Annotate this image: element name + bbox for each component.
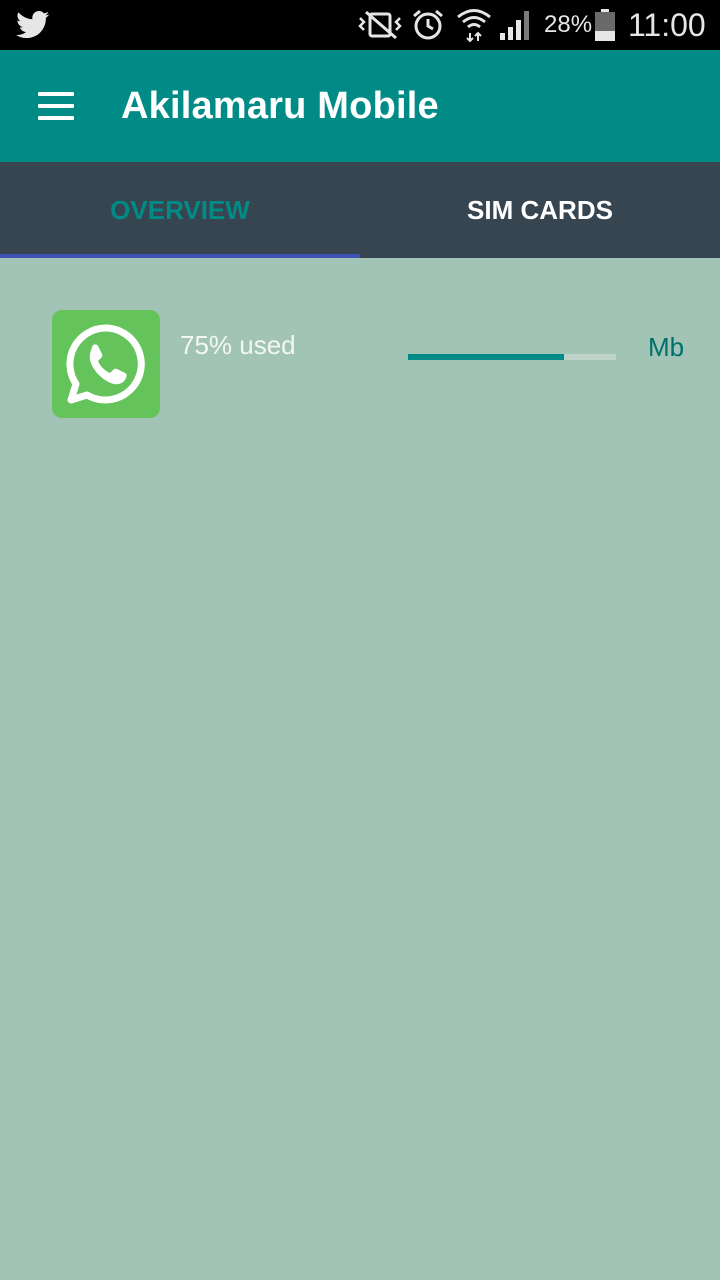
usage-progress-bar bbox=[408, 354, 616, 360]
app-title: Akilamaru Mobile bbox=[121, 85, 439, 127]
list-item[interactable]: 75% used Mb bbox=[0, 310, 720, 420]
whatsapp-icon bbox=[52, 310, 160, 418]
battery-percentage: 28% bbox=[544, 11, 593, 38]
tab-selected-indicator bbox=[0, 254, 360, 258]
tab-bar: OVERVIEW SIM CARDS bbox=[0, 162, 720, 258]
battery-icon bbox=[594, 0, 616, 50]
usage-percentage-text: 75% used bbox=[180, 330, 296, 360]
usage-progress-fill bbox=[408, 354, 564, 360]
usage-unit: Mb bbox=[648, 332, 685, 362]
app-bar: Akilamaru Mobile bbox=[0, 50, 720, 162]
hamburger-menu-icon[interactable] bbox=[26, 76, 86, 136]
wifi-icon bbox=[455, 0, 493, 50]
tab-overview[interactable]: OVERVIEW bbox=[0, 162, 360, 258]
twitter-icon bbox=[16, 0, 50, 50]
alarm-icon bbox=[411, 0, 445, 50]
status-bar: 28% 11:00 bbox=[0, 0, 720, 50]
signal-icon bbox=[498, 0, 534, 50]
vibrate-off-icon bbox=[356, 0, 404, 50]
tab-sim-cards[interactable]: SIM CARDS bbox=[360, 162, 720, 258]
clock: 11:00 bbox=[628, 6, 706, 43]
